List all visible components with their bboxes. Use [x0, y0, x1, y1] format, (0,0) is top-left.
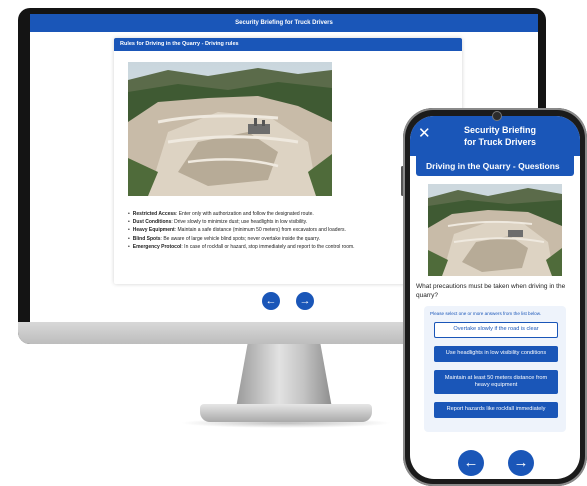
answer-option-4[interactable]: Report hazards like rockfall immediately: [434, 402, 558, 418]
phone-header: ✕ Security Briefing for Truck Drivers: [410, 116, 580, 156]
answer-option-2[interactable]: Use headlights in low visibility conditi…: [434, 346, 558, 362]
rules-card-title: Rules for Driving in the Quarry - Drivin…: [114, 38, 462, 51]
arrow-right-icon: →: [299, 295, 311, 307]
phone-camera: [492, 111, 502, 121]
desktop-next-button[interactable]: →: [296, 292, 314, 310]
close-icon[interactable]: ✕: [418, 126, 431, 141]
phone-prev-button[interactable]: ←: [458, 450, 484, 476]
rule-item: Dust Conditions: Drive slowly to minimiz…: [128, 218, 448, 226]
answer-option-3[interactable]: Maintain at least 50 meters distance fro…: [434, 370, 558, 394]
arrow-left-icon: ←: [463, 454, 479, 471]
phone-screen: ✕ Security Briefing for Truck Drivers Dr…: [410, 116, 580, 479]
rule-text: : Enter only with authorization and foll…: [175, 211, 314, 217]
rule-term: Restricted Access: [132, 211, 176, 217]
quarry-photo: [428, 184, 562, 276]
phone-title-line: for Truck Drivers: [463, 137, 537, 147]
rule-term: Heavy Equipment: [132, 227, 175, 234]
rule-item: Heavy Equipment: Maintain a safe distanc…: [128, 226, 448, 234]
answers-instruction: Please select one or more answers from t…: [430, 311, 542, 316]
quarry-photo: [128, 62, 332, 196]
rule-item: Blind Spots: Be aware of large vehicle b…: [128, 235, 448, 243]
answers-panel: Please select one or more answers from t…: [424, 306, 566, 432]
rule-text: : Drive slowly to minimize dust; use hea…: [171, 219, 308, 226]
rule-text: : Be aware of large vehicle blind spots;…: [160, 235, 320, 242]
rule-item: Emergency Protocol: In case of rockfall …: [128, 243, 448, 251]
desktop-header-title: Security Briefing for Truck Drivers: [30, 14, 538, 32]
question-section-title: Driving in the Quarry - Questions: [416, 156, 574, 176]
rules-list: Restricted Access: Enter only with autho…: [128, 210, 448, 251]
monitor-stand-foot: [200, 404, 372, 422]
monitor-stand-neck: [236, 344, 332, 408]
answer-option-1[interactable]: Overtake slowly if the road is clear: [434, 322, 558, 338]
rule-term: Emergency Protocol: [132, 243, 182, 250]
question-text: What precautions must be taken when driv…: [416, 283, 566, 299]
rule-item: Restricted Access: Enter only with autho…: [128, 210, 448, 218]
phone-title-line: Security Briefing: [463, 125, 537, 135]
rule-text: : In case of rockfall or hazard, stop im…: [181, 243, 355, 250]
phone-header-title: Security Briefing for Truck Drivers: [440, 124, 560, 148]
arrow-left-icon: ←: [265, 295, 277, 307]
rule-term: Blind Spots: [132, 235, 161, 242]
rule-term: Dust Conditions: [132, 219, 172, 226]
rule-text: : Maintain a safe distance (minimum 50 m…: [174, 227, 346, 234]
phone-next-button[interactable]: →: [508, 450, 534, 476]
desktop-prev-button[interactable]: ←: [262, 292, 280, 310]
arrow-right-icon: →: [513, 454, 529, 471]
